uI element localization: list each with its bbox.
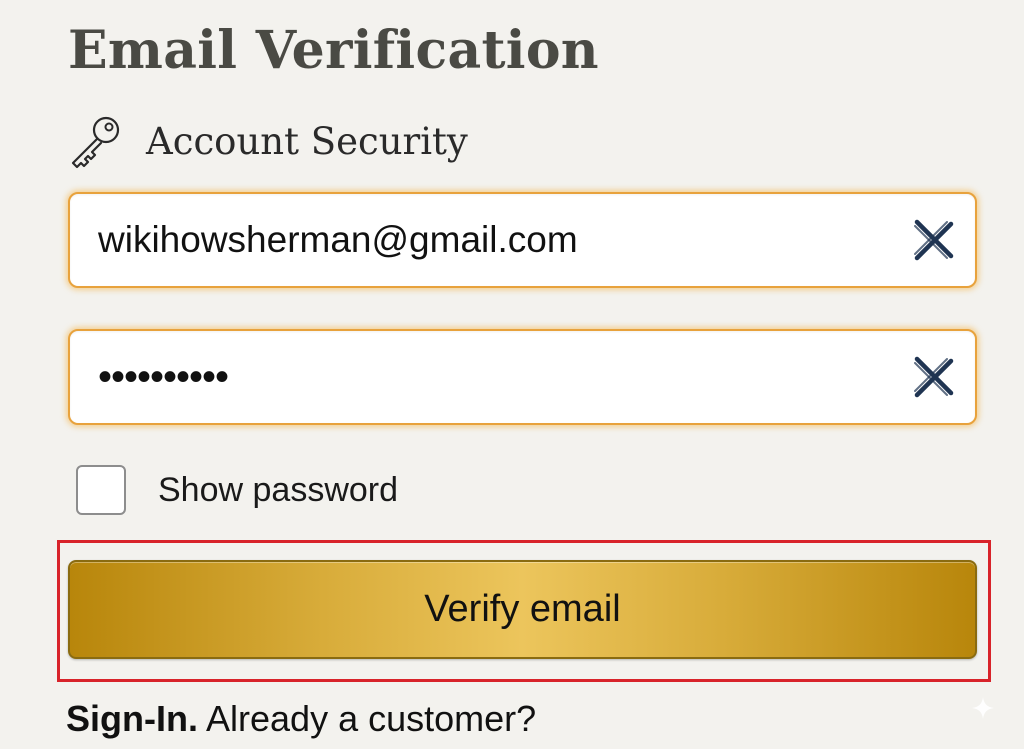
- key-icon: [71, 116, 120, 169]
- password-field[interactable]: ••••••••••: [68, 329, 977, 425]
- clear-email-button[interactable]: [905, 212, 961, 268]
- clear-password-button[interactable]: [905, 349, 961, 405]
- clear-icon: [914, 356, 954, 398]
- account-security-row: Account Security: [68, 112, 468, 170]
- signin-prompt: Sign-In. Already a customer?: [66, 698, 536, 740]
- show-password-checkbox[interactable]: [76, 465, 126, 515]
- show-password-row[interactable]: Show password: [76, 462, 398, 518]
- clear-icon: [914, 219, 954, 261]
- email-value[interactable]: wikihowsherman@gmail.com: [98, 219, 905, 261]
- page-title: Email Verification: [68, 20, 599, 81]
- show-password-label[interactable]: Show password: [158, 471, 398, 510]
- email-field[interactable]: wikihowsherman@gmail.com: [68, 192, 977, 288]
- sparkle-icon: [972, 697, 994, 719]
- password-value[interactable]: ••••••••••: [98, 355, 905, 400]
- signin-subtext: Already a customer?: [197, 698, 537, 739]
- account-security-label: Account Security: [146, 119, 468, 163]
- signin-heading: Sign-In.: [66, 698, 198, 739]
- verify-email-button[interactable]: Verify email: [68, 560, 977, 659]
